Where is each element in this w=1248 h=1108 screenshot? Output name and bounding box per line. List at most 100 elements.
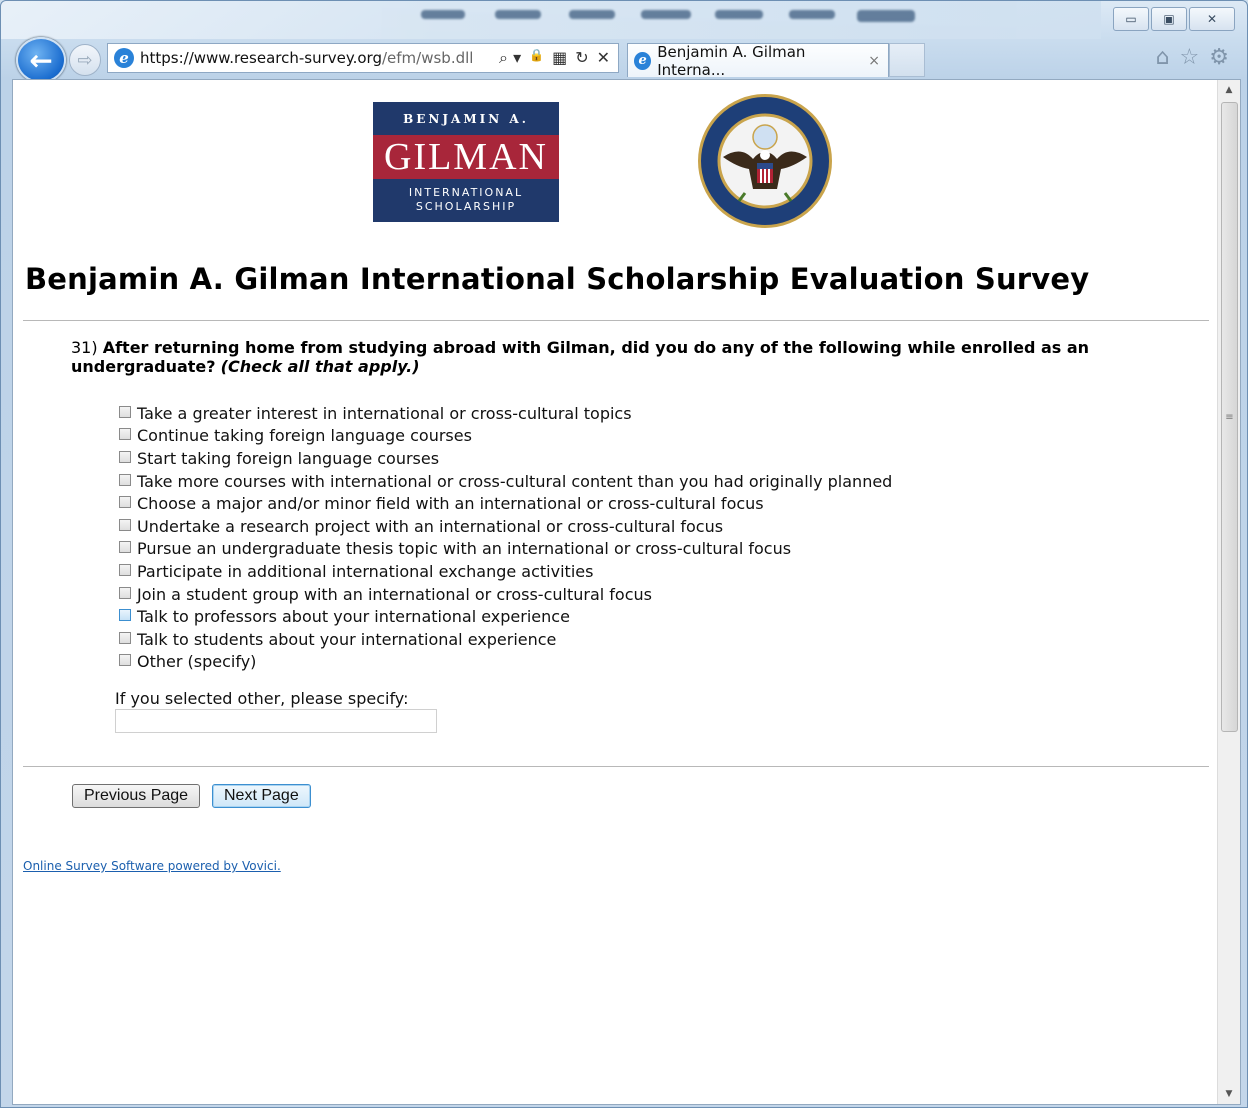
close-window-button[interactable]: ✕: [1189, 7, 1235, 31]
option-continue-language[interactable]: Continue taking foreign language courses: [119, 425, 892, 448]
logo-area: BENJAMIN A. GILMAN INTERNATIONAL SCHOLAR…: [373, 94, 843, 232]
option-label: Take more courses with international or …: [137, 471, 893, 491]
arrow-left-icon: ←: [29, 43, 53, 77]
divider-top: [23, 320, 1209, 321]
option-student-group[interactable]: Join a student group with an internation…: [119, 583, 892, 606]
minimize-icon: ▭: [1125, 12, 1137, 26]
blurred-toolbar-item: [715, 10, 763, 19]
tab-close-icon[interactable]: ×: [868, 53, 880, 69]
blurred-toolbar-item: [641, 10, 691, 19]
refresh-icon[interactable]: ↻: [575, 48, 588, 68]
option-label: Choose a major and/or minor field with a…: [137, 494, 764, 514]
option-label: Continue taking foreign language courses: [137, 426, 472, 446]
scroll-up-arrow-icon[interactable]: ▲: [1218, 80, 1240, 100]
maximize-button[interactable]: ▣: [1151, 7, 1187, 31]
home-icon[interactable]: ⌂: [1156, 45, 1170, 70]
vovici-footer-link[interactable]: Online Survey Software powered by Vovici…: [23, 859, 281, 873]
window-controls: ▭ ▣ ✕: [1113, 7, 1235, 31]
gilman-logo-top: BENJAMIN A.: [403, 112, 529, 126]
stop-icon[interactable]: ✕: [597, 48, 610, 68]
forward-button[interactable]: ⇨: [69, 44, 101, 76]
url-host: https://www.research-survey.org: [140, 49, 382, 67]
option-thesis-topic[interactable]: Pursue an undergraduate thesis topic wit…: [119, 538, 892, 561]
next-page-button[interactable]: Next Page: [212, 784, 311, 808]
blurred-toolbar-item: [789, 10, 835, 19]
tab-title: Benjamin A. Gilman Interna...: [657, 42, 806, 79]
ie-tab-icon: e: [634, 51, 652, 70]
arrow-right-icon: ⇨: [77, 49, 93, 71]
favorites-star-icon[interactable]: ☆: [1180, 45, 1200, 70]
option-label: Take a greater interest in international…: [137, 403, 632, 423]
page-title: Benjamin A. Gilman International Scholar…: [25, 262, 1090, 296]
browser-toolbar-icons: ⌂ ☆ ⚙: [1156, 45, 1229, 70]
option-label: Other (specify): [137, 652, 257, 672]
option-research-project[interactable]: Undertake a research project with an int…: [119, 515, 892, 538]
checkbox[interactable]: [119, 473, 131, 486]
minimize-button[interactable]: ▭: [1113, 7, 1149, 31]
browser-window: ▭ ▣ ✕ ← ⇨ e https://www.research-survey.…: [0, 0, 1248, 1108]
scroll-down-arrow-icon[interactable]: ▼: [1218, 1084, 1240, 1104]
blurred-toolbar-item: [421, 10, 465, 19]
address-bar-actions: ⌕ ▾ 🔒 ▦ ↻ ✕: [499, 48, 618, 68]
lock-icon[interactable]: 🔒: [529, 48, 544, 68]
checkbox[interactable]: [119, 428, 131, 441]
gilman-logo: BENJAMIN A. GILMAN INTERNATIONAL SCHOLAR…: [373, 102, 559, 222]
browser-tab[interactable]: e Benjamin A. Gilman Interna... ×: [627, 42, 889, 79]
gilman-logo-bottom-2: SCHOLARSHIP: [415, 200, 517, 213]
url-path: /efm/wsb.dll: [381, 49, 474, 67]
new-tab-button[interactable]: [889, 43, 925, 77]
option-label: Talk to professors about your internatio…: [137, 607, 570, 627]
specify-other-input[interactable]: [115, 709, 437, 733]
compatibility-view-icon[interactable]: ▦: [552, 48, 567, 68]
checkbox[interactable]: [119, 450, 131, 463]
option-label: Start taking foreign language courses: [137, 448, 440, 468]
divider-bottom: [23, 766, 1209, 767]
scrollbar-thumb[interactable]: ≡: [1221, 102, 1238, 732]
question-31: 31) After returning home from studying a…: [71, 338, 1111, 376]
checkbox[interactable]: [119, 541, 131, 554]
address-bar[interactable]: e https://www.research-survey.org/efm/ws…: [107, 43, 619, 73]
gilman-logo-main: GILMAN: [373, 135, 559, 179]
blurred-toolbar-item: [857, 10, 915, 22]
checkbox-options: Take a greater interest in international…: [119, 402, 892, 673]
page-viewport: BENJAMIN A. GILMAN INTERNATIONAL SCHOLAR…: [12, 79, 1241, 1105]
option-label: Undertake a research project with an int…: [137, 516, 724, 536]
seal-eagle-icon: [717, 113, 813, 209]
search-icon[interactable]: ⌕ ▾: [499, 48, 521, 68]
grip-icon: ≡: [1225, 411, 1234, 423]
checkbox[interactable]: [119, 586, 131, 599]
option-label: Talk to students about your internationa…: [137, 629, 557, 649]
option-major-minor[interactable]: Choose a major and/or minor field with a…: [119, 492, 892, 515]
blurred-toolbar-item: [569, 10, 615, 19]
question-instruction: (Check all that apply.): [220, 357, 420, 376]
option-start-language[interactable]: Start taking foreign language courses: [119, 447, 892, 470]
checkbox[interactable]: [119, 631, 131, 644]
specify-label: If you selected other, please specify:: [115, 689, 409, 708]
back-button[interactable]: ←: [16, 37, 66, 83]
checkbox[interactable]: [119, 609, 131, 622]
vertical-scrollbar[interactable]: ▲ ≡ ▼: [1217, 80, 1240, 1104]
checkbox[interactable]: [119, 405, 131, 418]
maximize-icon: ▣: [1163, 12, 1175, 26]
option-greater-interest[interactable]: Take a greater interest in international…: [119, 402, 892, 425]
option-more-courses[interactable]: Take more courses with international or …: [119, 470, 892, 493]
ie-page-icon: e: [114, 48, 134, 68]
title-bar: [1, 1, 1101, 39]
checkbox[interactable]: [119, 654, 131, 667]
option-other[interactable]: Other (specify): [119, 651, 892, 674]
checkbox[interactable]: [119, 563, 131, 576]
blurred-toolbar-item: [495, 10, 541, 19]
question-number: 31): [71, 338, 98, 357]
checkbox[interactable]: [119, 518, 131, 531]
option-label: Pursue an undergraduate thesis topic wit…: [137, 539, 792, 559]
checkbox[interactable]: [119, 496, 131, 509]
option-talk-professors[interactable]: Talk to professors about your internatio…: [119, 605, 892, 628]
previous-page-button[interactable]: Previous Page: [72, 784, 201, 808]
option-label: Join a student group with an internation…: [137, 584, 652, 604]
option-exchange-activities[interactable]: Participate in additional international …: [119, 560, 892, 583]
close-icon: ✕: [1206, 12, 1218, 26]
option-talk-students[interactable]: Talk to students about your internationa…: [119, 628, 892, 651]
gilman-logo-bottom-1: INTERNATIONAL: [408, 186, 524, 199]
gear-icon[interactable]: ⚙: [1209, 45, 1229, 70]
state-department-seal: [698, 94, 832, 228]
